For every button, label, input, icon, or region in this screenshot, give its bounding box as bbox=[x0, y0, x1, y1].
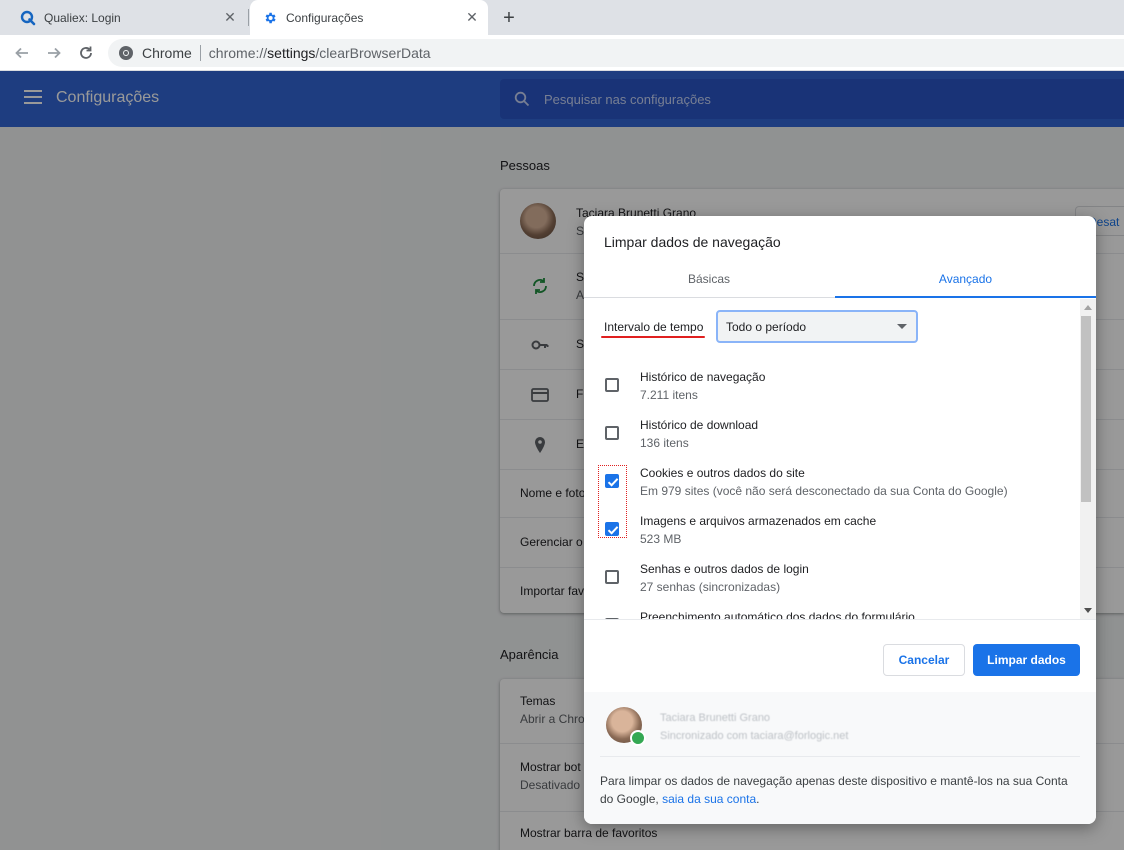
tab-qualiex-login[interactable]: Qualiex: Login ✕ bbox=[8, 0, 246, 35]
tab-basic[interactable]: Básicas bbox=[584, 260, 834, 298]
dialog-title: Limpar dados de navegação bbox=[604, 234, 781, 250]
item-download-history[interactable]: Histórico de download 136 itens bbox=[584, 418, 1078, 466]
footer-divider bbox=[600, 756, 1080, 757]
tab-configuracoes[interactable]: Configurações ✕ bbox=[250, 0, 488, 35]
avatar bbox=[606, 707, 646, 746]
checkbox-passwords[interactable] bbox=[605, 570, 619, 584]
active-tab-indicator bbox=[835, 296, 1096, 298]
back-arrow-icon bbox=[15, 47, 28, 59]
clear-data-button[interactable]: Limpar dados bbox=[973, 644, 1080, 676]
item-label: Preenchimento automático dos dados do fo… bbox=[640, 610, 915, 619]
reload-button[interactable] bbox=[72, 39, 100, 67]
dialog-scrollbar[interactable] bbox=[1080, 299, 1096, 619]
gear-icon bbox=[262, 10, 278, 26]
omnibox-divider bbox=[199, 45, 201, 61]
tab-title: Qualiex: Login bbox=[44, 10, 121, 25]
site-label: Chrome bbox=[142, 45, 192, 61]
checkbox-download-history[interactable] bbox=[605, 426, 619, 440]
tab-advanced[interactable]: Avançado bbox=[835, 260, 1096, 298]
close-tab-icon[interactable]: ✕ bbox=[462, 8, 482, 28]
clear-browsing-data-dialog: Limpar dados de navegação Básicas Avança… bbox=[584, 216, 1096, 824]
account-sync-status: Sincronizado com taciara@forlogic.net bbox=[660, 730, 849, 742]
checkbox-browsing-history[interactable] bbox=[605, 378, 619, 392]
item-desc: 7.211 itens bbox=[640, 388, 698, 402]
back-button[interactable] bbox=[8, 39, 36, 67]
time-range-label: Intervalo de tempo bbox=[604, 320, 704, 334]
qualiex-q-icon bbox=[20, 10, 36, 26]
item-desc: Em 979 sites (você não será desconectado… bbox=[640, 484, 1008, 498]
item-desc: 27 senhas (sincronizadas) bbox=[640, 580, 781, 594]
forward-arrow-icon bbox=[48, 47, 61, 59]
footer-text: Para limpar os dados de navegação apenas… bbox=[600, 774, 1068, 806]
reload-icon bbox=[80, 46, 92, 59]
new-tab-button[interactable]: + bbox=[497, 6, 521, 30]
time-range-value: Todo o período bbox=[726, 319, 807, 334]
item-passwords[interactable]: Senhas e outros dados de login 27 senhas… bbox=[584, 562, 1078, 610]
url-text: chrome://settings/clearBrowserData bbox=[208, 45, 431, 61]
tab-title: Configurações bbox=[286, 10, 364, 25]
red-annotation-box bbox=[598, 465, 627, 538]
scrollbar-thumb[interactable] bbox=[1081, 316, 1091, 502]
item-label: Imagens e arquivos armazenados em cache bbox=[640, 514, 877, 528]
time-range-select[interactable]: Todo o período bbox=[716, 310, 918, 343]
dialog-tabs: Básicas Avançado bbox=[584, 260, 1096, 298]
item-cache[interactable]: Imagens e arquivos armazenados em cache … bbox=[584, 514, 1078, 562]
item-label: Senhas e outros dados de login bbox=[640, 562, 809, 576]
forward-button[interactable] bbox=[40, 39, 68, 67]
item-label: Histórico de download bbox=[640, 418, 759, 432]
dialog-scroll-area[interactable]: Intervalo de tempo Todo o período Histór… bbox=[584, 299, 1096, 619]
tab-strip: Qualiex: Login ✕ Configurações ✕ + bbox=[0, 0, 1124, 35]
close-tab-icon[interactable]: ✕ bbox=[220, 8, 240, 28]
scroll-up-arrow-icon[interactable] bbox=[1084, 305, 1092, 310]
item-label: Histórico de navegação bbox=[640, 370, 766, 384]
red-annotation-underline bbox=[601, 336, 705, 338]
item-desc: 523 MB bbox=[640, 532, 682, 546]
item-browsing-history[interactable]: Histórico de navegação 7.211 itens bbox=[584, 370, 1078, 418]
address-bar[interactable]: Chrome chrome://settings/clearBrowserDat… bbox=[108, 39, 1124, 67]
item-desc: 136 itens bbox=[640, 436, 689, 450]
sync-badge-icon bbox=[630, 730, 646, 746]
sign-out-link[interactable]: saia da sua conta bbox=[662, 792, 756, 806]
tab-separator bbox=[248, 9, 249, 26]
item-autofill[interactable]: Preenchimento automático dos dados do fo… bbox=[584, 610, 1078, 619]
scroll-down-arrow-icon[interactable] bbox=[1084, 608, 1092, 613]
browser-toolbar: Chrome chrome://settings/clearBrowserDat… bbox=[0, 35, 1124, 71]
account-name: Taciara Brunetti Grano bbox=[660, 712, 771, 724]
dropdown-caret-icon bbox=[897, 324, 907, 329]
dialog-footer: Taciara Brunetti Grano Sincronizado com … bbox=[584, 692, 1096, 824]
button-row-divider bbox=[584, 619, 1096, 620]
chrome-icon bbox=[118, 45, 134, 61]
item-label: Cookies e outros dados do site bbox=[640, 466, 805, 480]
item-cookies[interactable]: Cookies e outros dados do site Em 979 si… bbox=[584, 466, 1078, 514]
cancel-button[interactable]: Cancelar bbox=[883, 644, 965, 676]
